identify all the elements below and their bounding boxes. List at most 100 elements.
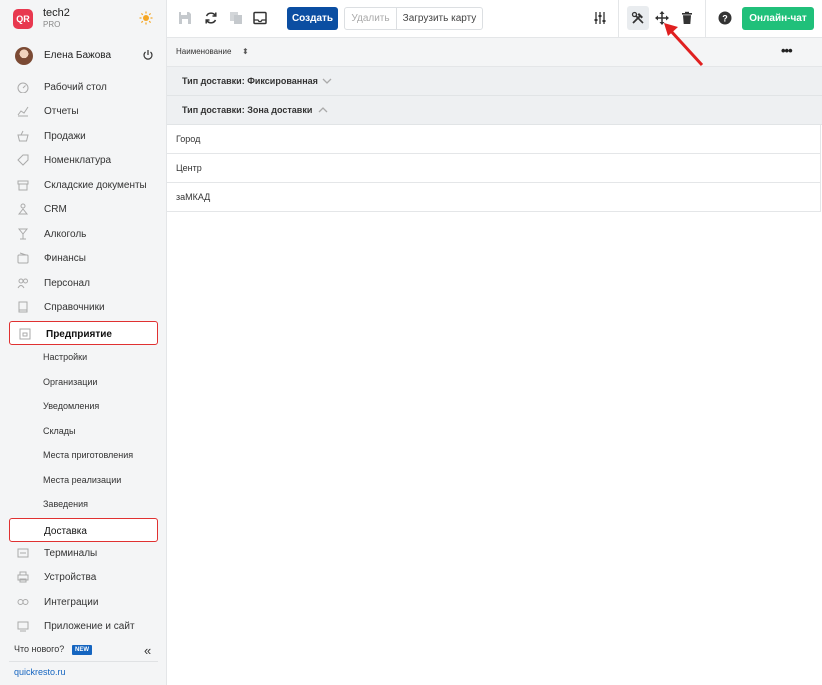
sidebar-subitem-sale-places[interactable]: Места реализации — [0, 468, 167, 492]
create-button[interactable]: Создать — [287, 7, 338, 30]
sidebar-item-reports[interactable]: Отчеты — [0, 99, 167, 123]
sort-icon[interactable]: ⬍ — [242, 47, 249, 56]
people-icon — [17, 203, 29, 215]
sidebar-item-label: Складские документы — [44, 180, 147, 191]
account-name: tech2 — [43, 7, 70, 19]
sidebar-item-integrations[interactable]: Интеграции — [0, 590, 167, 614]
sidebar-item-label: Продажи — [44, 131, 86, 142]
upload-map-button[interactable]: Загрузить карту — [397, 8, 482, 29]
sidebar-item-label: Интеграции — [44, 597, 99, 608]
filter-settings-icon[interactable] — [593, 11, 607, 25]
whats-new-link[interactable]: Что нового? — [14, 644, 64, 654]
delete-button[interactable]: Удалить — [345, 8, 397, 29]
sidebar-item-directories[interactable]: Справочники — [0, 295, 167, 319]
sidebar-subitem-delivery[interactable]: Доставка — [9, 518, 158, 542]
chevron-down-icon — [322, 78, 332, 84]
sidebar-item-app-and-site[interactable]: Приложение и сайт — [0, 614, 167, 638]
table-header: Наименование ⬍ ••• — [167, 38, 822, 67]
sidebar: QR tech2 PRO Елена Бажова Рабочий стол О… — [0, 0, 167, 685]
group-row-zone[interactable]: Тип доставки: Зона доставки — [167, 96, 822, 125]
sidebar-subitem-label: Организации — [43, 377, 98, 387]
toolbar: Создать Удалить Загрузить карту ? Онлайн — [167, 0, 822, 38]
reports-icon — [17, 106, 29, 117]
app-window: QR tech2 PRO Елена Бажова Рабочий стол О… — [0, 0, 822, 685]
sidebar-item-label: CRM — [44, 204, 67, 215]
store-icon — [19, 328, 31, 340]
sidebar-item-dashboard[interactable]: Рабочий стол — [0, 75, 167, 99]
sidebar-item-label: Приложение и сайт — [44, 621, 135, 632]
table-row[interactable]: Город — [167, 125, 821, 154]
user-name: Елена Бажова — [44, 50, 112, 61]
sidebar-item-staff[interactable]: Персонал — [0, 271, 167, 295]
sidebar-item-label: Персонал — [44, 278, 90, 289]
sun-icon[interactable] — [139, 11, 153, 25]
sidebar-item-label: Предприятие — [46, 329, 112, 340]
sidebar-item-devices[interactable]: Устройства — [0, 565, 167, 589]
table-cell: Центр — [176, 163, 202, 173]
box-icon — [17, 180, 29, 191]
sidebar-subitem-label: Заведения — [43, 499, 89, 509]
dashboard-icon — [17, 82, 29, 93]
sidebar-item-label: Терминалы — [44, 548, 98, 559]
sidebar-item-label: Финансы — [44, 253, 86, 264]
account-plan: PRO — [43, 20, 61, 29]
sidebar-item-warehouse-docs[interactable]: Складские документы — [0, 173, 167, 197]
table-row[interactable]: заМКАД — [167, 183, 821, 212]
online-chat-button[interactable]: Онлайн-чат — [742, 7, 814, 30]
site-link[interactable]: quickresto.ru — [14, 667, 66, 677]
sidebar-item-label: Рабочий стол — [44, 82, 107, 93]
sidebar-subitem-venues[interactable]: Заведения — [0, 492, 167, 516]
sidebar-item-alcohol[interactable]: Алкоголь — [0, 222, 167, 246]
sidebar-subitem-label: Места реализации — [43, 475, 122, 485]
sidebar-subitem-notifications[interactable]: Уведомления — [0, 394, 167, 418]
sidebar-subitem-label: Настройки — [43, 352, 88, 362]
sidebar-subitem-cooking-places[interactable]: Места приготовления — [0, 443, 167, 467]
sidebar-item-terminals[interactable]: Терминалы — [0, 541, 167, 565]
sidebar-item-enterprise[interactable]: Предприятие — [9, 321, 158, 345]
sidebar-subitem-label: Склады — [43, 426, 76, 436]
sidebar-item-label: Справочники — [44, 302, 105, 313]
svg-text:?: ? — [722, 14, 728, 24]
sidebar-item-nomenclature[interactable]: Номенклатура — [0, 148, 167, 172]
user-profile[interactable]: Елена Бажова — [0, 44, 167, 68]
sidebar-subitem-settings[interactable]: Настройки — [0, 345, 167, 369]
sidebar-item-label: Алкоголь — [44, 229, 87, 240]
wallet-icon — [17, 252, 29, 264]
basket-icon — [17, 130, 29, 142]
inbox-icon[interactable] — [253, 11, 267, 25]
tag-icon — [17, 154, 29, 166]
sidebar-subitem-organizations[interactable]: Организации — [0, 370, 167, 394]
sidebar-subitem-warehouses[interactable]: Склады — [0, 419, 167, 443]
more-options-icon[interactable]: ••• — [781, 43, 793, 58]
brand[interactable]: QR tech2 PRO — [0, 0, 167, 38]
chevron-up-icon — [318, 107, 328, 113]
action-button-group: Удалить Загрузить карту — [344, 7, 483, 30]
link-icon — [17, 599, 29, 605]
group-label: Тип доставки: Фиксированная — [182, 76, 318, 86]
help-icon[interactable]: ? — [718, 11, 732, 25]
app-icon — [17, 621, 29, 632]
sidebar-item-sales[interactable]: Продажи — [0, 124, 167, 148]
tools-icon — [631, 11, 644, 24]
sidebar-subitem-label: Уведомления — [43, 401, 100, 411]
tools-button[interactable] — [627, 6, 649, 30]
sidebar-item-label: Номенклатура — [44, 155, 112, 166]
sidebar-item-finance[interactable]: Финансы — [0, 246, 167, 270]
terminal-icon — [17, 548, 29, 558]
table-cell: Город — [176, 134, 201, 144]
group-row-fixed[interactable]: Тип доставки: Фиксированная — [167, 67, 822, 96]
sidebar-item-crm[interactable]: CRM — [0, 197, 167, 221]
column-header-name[interactable]: Наименование — [176, 47, 231, 56]
save-icon[interactable] — [178, 11, 192, 25]
app-logo: QR — [13, 9, 33, 29]
table-row[interactable]: Центр — [167, 154, 821, 183]
avatar — [15, 47, 33, 65]
sidebar-item-label: Отчеты — [44, 106, 79, 117]
sidebar-subitem-label: Доставка — [44, 526, 87, 537]
refresh-icon[interactable] — [204, 11, 218, 25]
collapse-sidebar-icon[interactable]: « — [144, 643, 151, 658]
annotation-arrow-icon — [664, 23, 704, 67]
copy-icon[interactable] — [229, 11, 243, 25]
divider — [9, 661, 158, 662]
power-icon[interactable] — [142, 49, 154, 61]
